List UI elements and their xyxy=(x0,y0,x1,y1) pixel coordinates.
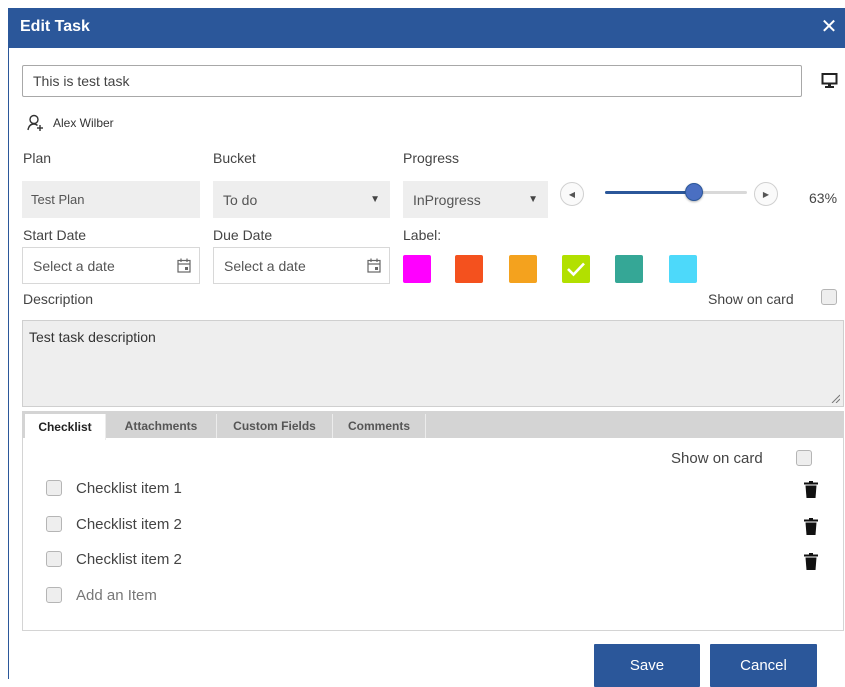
checklist-item: Checklist item 2 xyxy=(46,514,182,534)
tab-label: Comments xyxy=(347,419,410,433)
add-person-icon xyxy=(27,114,43,131)
edit-task-dialog: Edit Task ✕ Alex Wilber Plan Bucket Prog… xyxy=(8,8,845,687)
trash-icon[interactable] xyxy=(804,553,818,570)
description-show-on-card-checkbox[interactable] xyxy=(821,289,837,305)
due-date-picker[interactable]: Select a date xyxy=(213,247,390,284)
label-swatch[interactable] xyxy=(509,255,537,283)
plan-value: Test Plan xyxy=(31,192,85,207)
label-swatch[interactable] xyxy=(615,255,643,283)
label-swatch[interactable] xyxy=(562,255,590,283)
plan-field: Test Plan xyxy=(22,181,200,218)
checklist-show-on-card-checkbox[interactable] xyxy=(796,450,812,466)
due-date-placeholder: Select a date xyxy=(224,257,306,274)
progress-value: InProgress xyxy=(413,191,481,208)
progress-slider[interactable] xyxy=(605,183,747,201)
checklist-item-label[interactable]: Checklist item 2 xyxy=(76,551,182,568)
resize-handle-icon[interactable] xyxy=(831,394,840,403)
description-show-on-card-label: Show on card xyxy=(708,291,794,307)
dialog-title-bar: Edit Task ✕ xyxy=(9,8,845,48)
start-date-placeholder: Select a date xyxy=(33,257,115,274)
bucket-select[interactable]: To do ▼ xyxy=(213,181,390,218)
tab-label: Checklist xyxy=(38,420,92,434)
progress-percent: 63% xyxy=(809,190,838,206)
checklist-item: Checklist item 1 xyxy=(46,478,182,498)
checklist-item-label[interactable]: Checklist item 2 xyxy=(76,516,182,533)
progress-slider-thumb[interactable] xyxy=(685,183,704,201)
dialog-title: Edit Task xyxy=(20,18,90,35)
triangle-right-icon: ▶ xyxy=(762,189,770,199)
tab-attachments[interactable]: Attachments xyxy=(106,414,217,438)
progress-slider-fill xyxy=(605,191,695,194)
checklist-item-checkbox[interactable] xyxy=(46,551,62,567)
label-swatch[interactable] xyxy=(669,255,697,283)
trash-icon[interactable] xyxy=(804,518,818,535)
checkmark-icon xyxy=(567,262,585,277)
progress-increase-button[interactable]: ▶ xyxy=(754,182,778,206)
monitor-icon[interactable] xyxy=(821,72,838,89)
checklist-item-checkbox[interactable] xyxy=(46,516,62,532)
caret-down-icon: ▼ xyxy=(528,194,538,205)
add-item-checkbox[interactable] xyxy=(46,587,62,603)
label-swatch[interactable] xyxy=(403,255,431,283)
add-item-row: Add an Item xyxy=(46,585,157,605)
cancel-button[interactable]: Cancel xyxy=(710,644,817,687)
checklist-panel: Show on card Checklist item 1 Checklist … xyxy=(22,438,844,631)
assignee[interactable]: Alex Wilber xyxy=(27,113,114,133)
bucket-label: Bucket xyxy=(213,150,256,166)
start-date-picker[interactable]: Select a date xyxy=(22,247,200,284)
trash-icon[interactable] xyxy=(804,481,818,498)
description-label: Description xyxy=(23,291,94,307)
tab-label: Attachments xyxy=(124,419,198,433)
tab-checklist[interactable]: Checklist xyxy=(25,414,106,440)
progress-select[interactable]: InProgress ▼ xyxy=(403,181,548,218)
checklist-item-label[interactable]: Checklist item 1 xyxy=(76,480,182,497)
caret-down-icon: ▼ xyxy=(370,194,380,205)
description-textarea[interactable]: Test task description xyxy=(22,320,844,407)
triangle-left-icon: ◀ xyxy=(568,189,576,199)
checklist-show-on-card-label: Show on card xyxy=(671,450,763,467)
close-icon[interactable]: ✕ xyxy=(818,15,840,39)
description-text: Test task description xyxy=(29,329,156,345)
tab-bar: Checklist Attachments Custom Fields Comm… xyxy=(22,411,844,440)
save-button[interactable]: Save xyxy=(594,644,700,687)
tab-custom-fields[interactable]: Custom Fields xyxy=(217,414,333,438)
add-item-input[interactable]: Add an Item xyxy=(76,587,157,604)
due-date-label: Due Date xyxy=(213,227,273,243)
assignee-name: Alex Wilber xyxy=(53,116,114,130)
bucket-value: To do xyxy=(223,191,258,208)
tab-label: Custom Fields xyxy=(233,419,316,433)
tab-comments[interactable]: Comments xyxy=(333,414,426,438)
task-title-input[interactable] xyxy=(22,65,802,97)
progress-decrease-button[interactable]: ◀ xyxy=(560,182,584,206)
label-swatch[interactable] xyxy=(455,255,483,283)
progress-label: Progress xyxy=(403,150,460,166)
plan-label: Plan xyxy=(23,150,52,166)
calendar-icon[interactable] xyxy=(367,258,381,273)
start-date-label: Start Date xyxy=(23,227,87,243)
calendar-icon[interactable] xyxy=(177,258,191,273)
checklist-item: Checklist item 2 xyxy=(46,549,182,569)
label-heading: Label: xyxy=(403,227,442,243)
checklist-item-checkbox[interactable] xyxy=(46,480,62,496)
